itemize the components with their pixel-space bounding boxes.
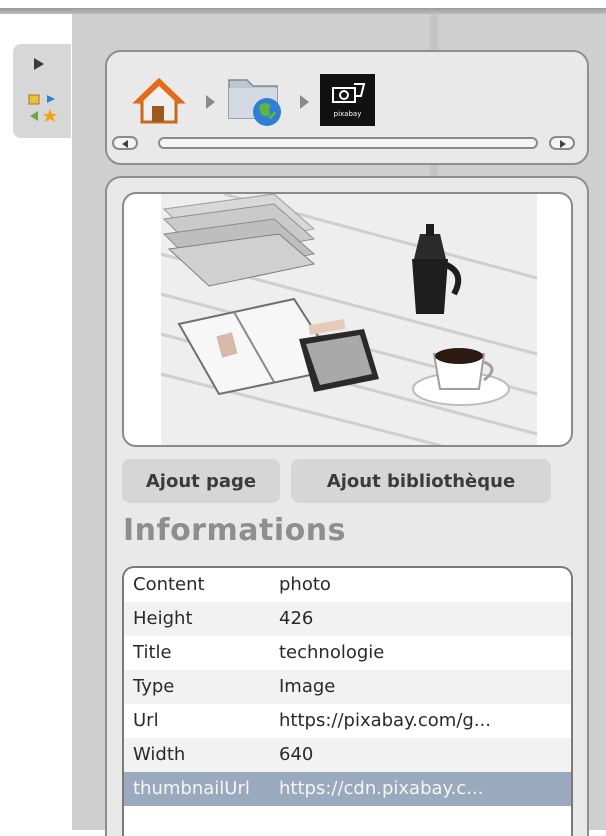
table-row[interactable]: Height 426 bbox=[124, 602, 571, 636]
pixabay-label: pixabay bbox=[334, 110, 362, 118]
breadcrumb-separator-2 bbox=[300, 95, 309, 109]
row-key: thumbnailUrl bbox=[133, 778, 250, 799]
add-library-button[interactable]: Ajout bibliothèque bbox=[291, 459, 551, 503]
table-row[interactable]: Type Image bbox=[124, 670, 571, 704]
side-tab[interactable] bbox=[13, 44, 71, 138]
image-preview[interactable] bbox=[122, 192, 573, 447]
add-page-button[interactable]: Ajout page bbox=[122, 459, 280, 503]
scroll-left-button[interactable] bbox=[112, 136, 138, 150]
row-value: https://cdn.pixabay.c... bbox=[279, 778, 484, 799]
scroll-right-icon bbox=[560, 140, 566, 148]
table-row[interactable]: Title technologie bbox=[124, 636, 571, 670]
scroll-right-button[interactable] bbox=[549, 136, 575, 150]
row-value: technologie bbox=[279, 642, 385, 663]
breadcrumb-scrollbar[interactable] bbox=[158, 137, 538, 149]
mini-toolbar-icon[interactable] bbox=[27, 92, 63, 124]
home-icon[interactable] bbox=[132, 76, 186, 126]
row-value: Image bbox=[279, 676, 336, 697]
info-table[interactable]: Content photo Height 426 Title technolog… bbox=[122, 566, 573, 836]
row-key: Title bbox=[133, 642, 172, 663]
row-value: 640 bbox=[279, 744, 314, 765]
row-value: https://pixabay.com/g... bbox=[279, 710, 491, 731]
row-value: 426 bbox=[279, 608, 314, 629]
pixabay-logo-icon[interactable]: pixabay bbox=[320, 74, 375, 126]
row-key: Url bbox=[133, 710, 159, 731]
table-row[interactable]: Url https://pixabay.com/g... bbox=[124, 704, 571, 738]
row-key: Content bbox=[133, 574, 205, 595]
scroll-left-icon bbox=[122, 140, 128, 148]
globe-folder-icon[interactable] bbox=[225, 70, 285, 128]
row-key: Type bbox=[133, 676, 175, 697]
table-row-selected[interactable]: thumbnailUrl https://cdn.pixabay.c... bbox=[124, 772, 571, 806]
row-key: Width bbox=[133, 744, 186, 765]
row-value: photo bbox=[279, 574, 331, 595]
table-row[interactable]: Content photo bbox=[124, 568, 571, 602]
photo-thumbnail bbox=[160, 194, 538, 445]
breadcrumb-separator-1 bbox=[206, 95, 215, 109]
play-arrow-icon[interactable] bbox=[34, 58, 44, 70]
info-heading: Informations bbox=[123, 513, 346, 548]
row-key: Height bbox=[133, 608, 193, 629]
table-row[interactable]: Width 640 bbox=[124, 738, 571, 772]
